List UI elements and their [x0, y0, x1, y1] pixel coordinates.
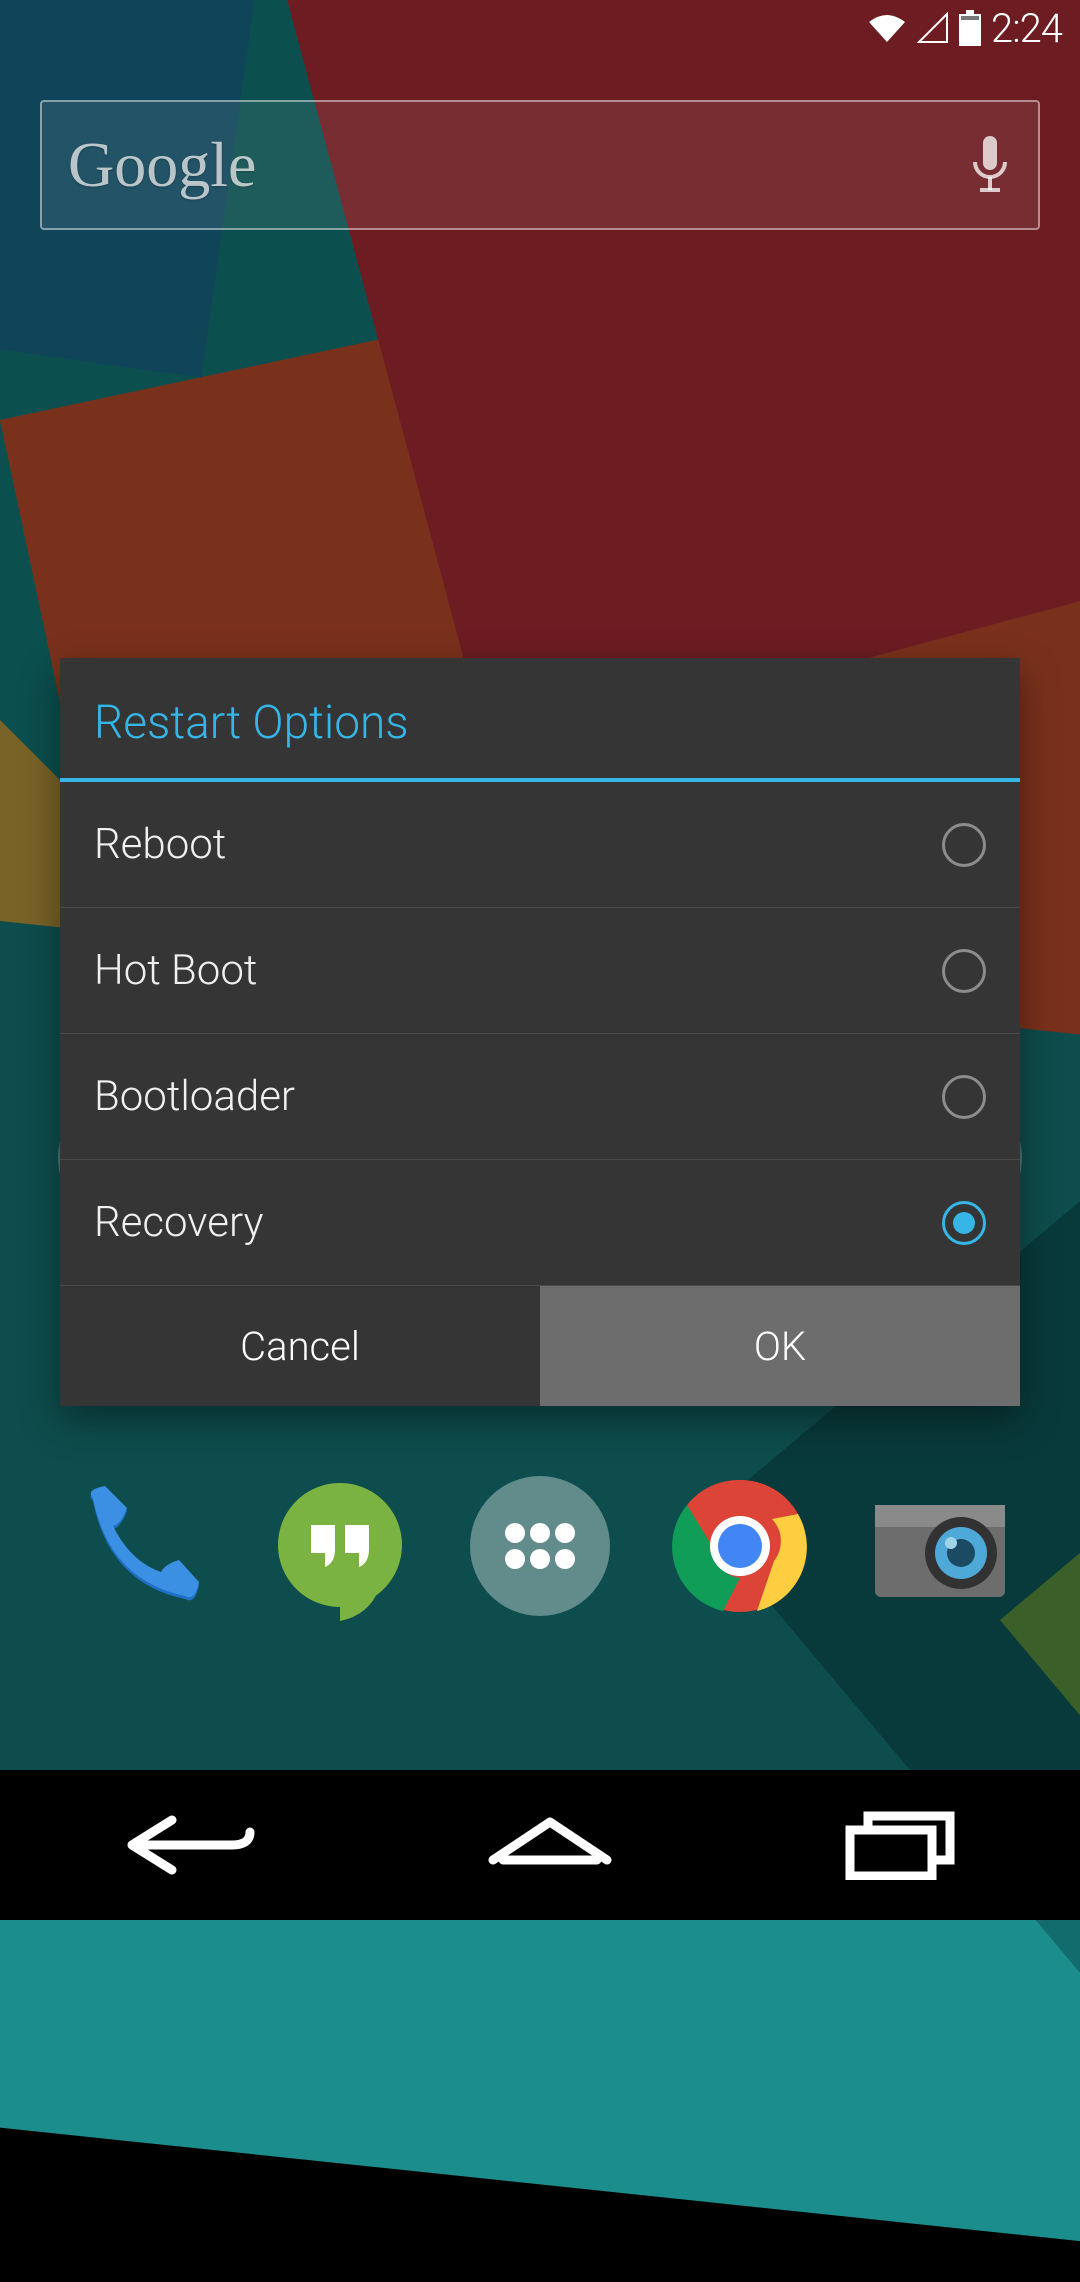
apps-icon: [462, 1468, 618, 1624]
dock: [0, 1468, 1080, 1624]
microphone-icon[interactable]: [968, 132, 1012, 198]
option-recovery[interactable]: Recovery: [60, 1160, 1020, 1286]
dialog-title: Restart Options: [60, 658, 1020, 778]
hangouts-icon: [262, 1468, 418, 1624]
wifi-icon: [867, 12, 907, 44]
nav-home-button[interactable]: [485, 1810, 615, 1880]
option-label: Bootloader: [94, 1072, 295, 1121]
google-logo: Google: [68, 128, 256, 202]
radio-icon: [942, 949, 986, 993]
ok-button[interactable]: OK: [540, 1286, 1020, 1406]
option-bootloader[interactable]: Bootloader: [60, 1034, 1020, 1160]
status-time: 2:24: [991, 5, 1062, 52]
chrome-icon: [662, 1468, 818, 1624]
radio-icon: [942, 823, 986, 867]
option-hot-boot[interactable]: Hot Boot: [60, 908, 1020, 1034]
dock-phone[interactable]: [50, 1468, 230, 1624]
option-label: Hot Boot: [94, 946, 257, 995]
option-label: Reboot: [94, 820, 226, 869]
nav-recents-button[interactable]: [838, 1810, 968, 1880]
nav-back-button[interactable]: [112, 1810, 262, 1880]
cellular-icon: [917, 12, 949, 44]
status-bar: 2:24: [0, 0, 1080, 56]
dock-hangouts[interactable]: [250, 1468, 430, 1624]
cancel-button[interactable]: Cancel: [60, 1286, 540, 1406]
restart-options-dialog: Restart Options Reboot Hot Boot Bootload…: [60, 658, 1020, 1406]
radio-icon: [942, 1075, 986, 1119]
option-label: Recovery: [94, 1198, 263, 1247]
phone-icon: [62, 1468, 218, 1624]
camera-icon: [862, 1468, 1018, 1624]
battery-icon: [959, 10, 981, 46]
dock-apps[interactable]: [450, 1468, 630, 1624]
dock-camera[interactable]: [850, 1468, 1030, 1624]
dock-chrome[interactable]: [650, 1468, 830, 1624]
option-reboot[interactable]: Reboot: [60, 782, 1020, 908]
dialog-button-row: Cancel OK: [60, 1286, 1020, 1406]
radio-checked-icon: [942, 1201, 986, 1245]
navigation-bar: [0, 1770, 1080, 1920]
search-bar[interactable]: Google: [40, 100, 1040, 230]
